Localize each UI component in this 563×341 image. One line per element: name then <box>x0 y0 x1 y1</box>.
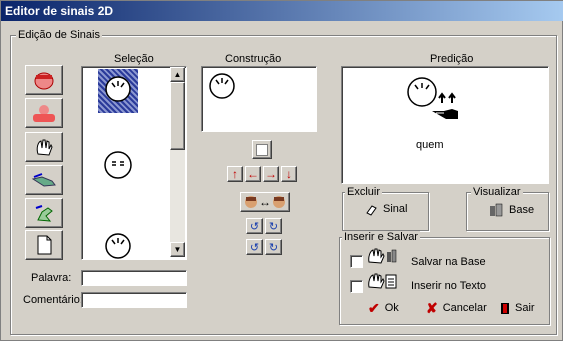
visualizar-label: Visualizar <box>471 186 523 198</box>
selecao-label: Seleção <box>114 53 154 65</box>
exit-door-icon <box>501 303 509 314</box>
movement-tool-button[interactable] <box>25 165 63 195</box>
rotate-cw-button[interactable]: ↻ <box>265 218 282 234</box>
face-left-icon <box>245 196 257 208</box>
cancelar-label: Cancelar <box>442 302 487 314</box>
scroll-thumb[interactable] <box>170 82 185 150</box>
predicao-caption: quem <box>416 139 444 151</box>
body-tool-icon <box>33 105 55 122</box>
predicao-hand-arrows <box>432 92 458 119</box>
sign-face-3[interactable] <box>102 229 134 259</box>
inserir-salvar-label: Inserir e Salvar <box>342 231 420 243</box>
cancelar-button[interactable]: ✘ Cancelar <box>426 300 487 316</box>
inserir-texto-checkbox[interactable] <box>350 280 363 293</box>
editor-window: Editor de sinais 2D Edição de Sinais Sel… <box>0 0 563 341</box>
hand-database-icon <box>368 248 397 264</box>
hand-tool-button[interactable] <box>25 132 63 162</box>
swap-icon: ↔ <box>259 195 271 209</box>
construcao-label: Construção <box>225 53 282 65</box>
inserir-texto-label: Inserir no Texto <box>411 280 487 292</box>
sair-label: Sair <box>515 302 535 314</box>
rotate-cw-icon: ↻ <box>268 220 279 233</box>
movement-tool-icon <box>31 173 56 187</box>
rotate-ccw-button[interactable]: ↺ <box>246 218 263 234</box>
comentario-label: Comentário: <box>23 294 83 306</box>
selecao-list[interactable]: ▲ ▼ <box>81 66 187 260</box>
scroll-up-button[interactable]: ▲ <box>170 67 185 82</box>
rotate-ccw-icon: ↺ <box>249 220 260 233</box>
excluir-sinal-label: Sinal <box>383 203 408 215</box>
undo-icon: ↺ <box>249 241 260 254</box>
construcao-canvas[interactable] <box>201 66 317 132</box>
excluir-sinal-button[interactable]: Sinal <box>365 203 407 216</box>
visualizar-base-label: Base <box>509 203 535 216</box>
undo-button[interactable]: ↺ <box>246 239 263 255</box>
ok-label: Ok <box>384 302 399 314</box>
move-left-button[interactable]: ← <box>245 166 261 182</box>
body-tool-button[interactable] <box>25 98 63 128</box>
salvar-base-checkbox[interactable] <box>350 255 363 268</box>
ok-button[interactable]: ✔ Ok <box>368 300 399 316</box>
comentario-input[interactable] <box>81 292 187 308</box>
redo-icon: ↻ <box>268 241 279 254</box>
construcao-face <box>209 73 235 99</box>
move-down-button[interactable]: ↓ <box>281 166 297 182</box>
edicao-group-label: Edição de Sinais <box>16 29 102 41</box>
palavra-input[interactable] <box>81 270 187 286</box>
window-title: Editor de sinais 2D <box>1 1 563 21</box>
move-up-button[interactable]: ↑ <box>227 166 243 182</box>
check-icon: ✔ <box>368 300 380 316</box>
visualizar-base-button[interactable]: Base <box>489 203 534 217</box>
sair-button[interactable]: Sair <box>500 302 535 315</box>
palavra-label: Palavra: <box>31 272 72 284</box>
sign-face-1[interactable] <box>103 74 133 104</box>
scroll-down-button[interactable]: ▼ <box>170 242 185 257</box>
excluir-label: Excluir <box>345 186 383 198</box>
salvar-base-label: Salvar na Base <box>411 256 486 268</box>
eraser-icon <box>366 204 377 216</box>
document-icon <box>37 235 52 255</box>
move-right-button[interactable]: → <box>263 166 279 182</box>
face-tool-button[interactable] <box>25 65 63 95</box>
face-tool-icon <box>34 72 54 90</box>
database-icon <box>490 203 503 217</box>
contact-tool-icon <box>35 205 53 222</box>
contact-tool-button[interactable] <box>25 198 63 228</box>
hand-text-icon <box>368 273 397 289</box>
blank-button[interactable] <box>252 140 272 159</box>
selecao-scrollbar[interactable]: ▲ ▼ <box>170 67 185 257</box>
predicao-label: Predição <box>430 53 474 65</box>
predicao-canvas[interactable]: quem <box>341 66 549 184</box>
redo-button[interactable]: ↻ <box>265 239 282 255</box>
swap-face-button[interactable]: ↔ <box>240 192 290 212</box>
hand-tool-icon <box>36 139 53 156</box>
sign-face-2[interactable] <box>102 149 134 181</box>
face-right-icon <box>273 196 285 208</box>
new-document-button[interactable] <box>25 230 63 260</box>
cancel-x-icon: ✘ <box>426 300 438 316</box>
